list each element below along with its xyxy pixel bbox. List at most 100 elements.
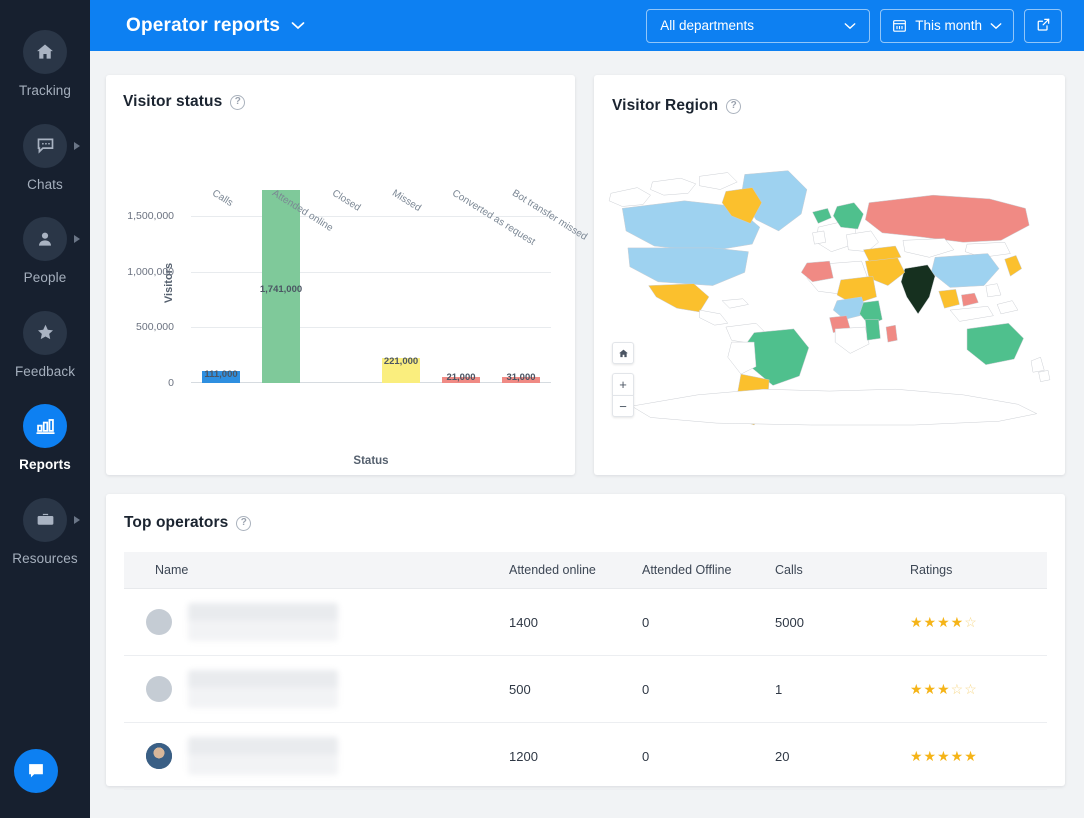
chart-bar-slot: Closed	[311, 183, 371, 383]
chart-x-tick-label: Missed	[390, 187, 423, 214]
sidebar-label-chats: Chats	[27, 176, 63, 192]
table-row[interactable]: 1400 0 5000 ★★★★☆	[124, 588, 1047, 656]
sidebar-item-reports[interactable]: Reports	[0, 404, 90, 498]
table-header-row: Name Attended online Attended Offline Ca…	[124, 552, 1047, 589]
column-header-calls[interactable]: Calls	[775, 552, 910, 589]
help-icon-top-operators[interactable]: ?	[236, 515, 252, 531]
cell-name	[124, 722, 509, 790]
chevron-down-icon-title[interactable]	[291, 17, 305, 35]
main-area: Operator reports All departments This mo…	[90, 0, 1084, 818]
cell-attended-offline: 0	[642, 722, 775, 790]
sidebar-item-people[interactable]: People	[0, 217, 90, 311]
help-icon-visitor-region[interactable]: ?	[726, 98, 742, 114]
page-title: Operator reports	[126, 14, 281, 36]
chart-bar-value-label: 111,000	[204, 368, 238, 380]
cell-ratings: ★★★☆☆	[910, 655, 1047, 723]
sidebar-label-resources: Resources	[12, 550, 78, 566]
help-icon-visitor-status[interactable]: ?	[230, 94, 246, 110]
operator-name-redacted	[188, 603, 338, 641]
cell-attended-offline: 0	[642, 655, 775, 723]
chart-x-tick-label: Bot transfer missed	[510, 187, 589, 243]
chart-bar-slot: 221,000 Missed	[371, 183, 431, 383]
map-zoom-out-button[interactable]: −	[612, 395, 634, 417]
person-icon	[23, 217, 67, 261]
cell-calls: 5000	[775, 588, 910, 656]
sidebar-label-feedback: Feedback	[14, 363, 76, 379]
export-button[interactable]	[1024, 8, 1062, 43]
chart-y-tick-label: 500,000	[136, 321, 174, 334]
avatar	[146, 676, 172, 702]
map-controls: + −	[612, 342, 634, 417]
top-operators-title-row: Top operators ?	[124, 514, 1047, 532]
chart-bars: 111,000 Calls 1,741,000 Attended online Clos…	[191, 183, 589, 383]
chart-x-tick-label: Closed	[330, 187, 363, 214]
column-header-ratings[interactable]: Ratings	[910, 552, 1047, 589]
world-map-svg[interactable]	[594, 117, 1065, 473]
top-operators-card: Top operators ? Name Attended online Att…	[106, 494, 1065, 790]
visitor-status-chart: Visitors 111,000 Calls 1,741,000 Attended o…	[123, 123, 589, 468]
visitor-region-card: Visitor Region ? + −	[594, 75, 1065, 475]
department-filter-label: All departments	[660, 18, 755, 33]
chart-bar-value-label: 1,741,000	[259, 284, 303, 295]
chart-bar-slot: 111,000 Calls	[191, 183, 251, 383]
operator-name-redacted	[188, 737, 338, 775]
page-header: Operator reports All departments This mo…	[90, 0, 1084, 51]
map-home-button[interactable]	[612, 342, 634, 364]
date-range-select[interactable]: This month	[880, 8, 1014, 43]
map-zoom-in-button[interactable]: +	[612, 373, 634, 395]
column-header-name[interactable]: Name	[124, 552, 509, 589]
chart-bar-slot: 1,741,000 Attended online	[251, 183, 335, 383]
visitor-status-title: Visitor status	[123, 93, 223, 110]
world-map[interactable]	[594, 117, 1065, 473]
column-header-attended-offline[interactable]: Attended Offline	[642, 552, 775, 589]
star-icon	[23, 310, 67, 355]
sidebar-item-tracking[interactable]: Tracking	[0, 30, 90, 124]
department-filter-select[interactable]: All departments	[646, 8, 871, 43]
cell-attended-online: 1400	[509, 588, 642, 656]
chat-bubble-icon[interactable]	[14, 749, 58, 793]
chart-y-tick-label: 1,000,000	[127, 265, 174, 278]
cell-attended-online: 500	[509, 655, 642, 723]
dashboard-content: Visitor status ? Visitors 111,000 Calls 1,…	[90, 51, 1084, 818]
rating-stars: ★★★★☆	[910, 613, 978, 630]
top-row: Visitor status ? Visitors 111,000 Calls 1,…	[106, 75, 1065, 475]
sidebar-item-chats[interactable]: Chats	[0, 123, 90, 218]
cell-attended-offline: 0	[642, 588, 775, 656]
table-row[interactable]: 1200 0 20 ★★★★★	[124, 722, 1047, 790]
top-operators-title: Top operators	[124, 514, 229, 531]
cell-ratings: ★★★★☆	[910, 588, 1047, 656]
chevron-right-icon-chats	[74, 141, 80, 150]
table-header: Name Attended online Attended Offline Ca…	[124, 552, 1047, 589]
header-actions: All departments This month	[646, 8, 1062, 43]
visitor-status-title-row: Visitor status ?	[123, 93, 557, 111]
cell-ratings: ★★★★★	[910, 722, 1047, 790]
chart-bar-slot: 21,000 Converted as request	[431, 183, 537, 383]
sidebar-label-tracking: Tracking	[18, 83, 72, 98]
sidebar-item-resources[interactable]: Resources	[0, 497, 90, 592]
app-root: Tracking Chats People Feedback Reports R…	[0, 0, 1084, 818]
chart-x-tick-label: Calls	[210, 187, 235, 209]
column-header-attended-online[interactable]: Attended online	[509, 552, 642, 589]
calendar-icon	[892, 18, 907, 33]
cell-calls: 20	[775, 722, 910, 790]
visitor-region-title-row: Visitor Region ?	[612, 97, 1065, 115]
chart-bar-value-label: 31,000	[506, 372, 536, 383]
chart-bar-slot: 31,000 Bot transfer missed	[491, 183, 589, 383]
rating-stars: ★★★★★	[910, 747, 978, 764]
table-body: 1400 0 5000 ★★★★☆ 500 0 1 ★★★☆☆ 1200 0 20 ★★★★★	[124, 588, 1047, 790]
visitor-region-title: Visitor Region	[612, 97, 719, 114]
cell-name	[124, 655, 509, 723]
chart-plot-area: Visitors 111,000 Calls 1,741,000 Attended o…	[127, 183, 589, 467]
chevron-down-icon-date	[990, 22, 1002, 30]
cell-name	[124, 588, 509, 656]
date-range-label: This month	[915, 18, 982, 33]
avatar	[146, 743, 172, 769]
chevron-right-icon-resources	[74, 515, 80, 524]
top-operators-table: Name Attended online Attended Offline Ca…	[124, 552, 1047, 790]
table-row[interactable]: 500 0 1 ★★★☆☆	[124, 655, 1047, 723]
sidebar-item-feedback[interactable]: Feedback	[0, 310, 90, 405]
sidebar-label-people: People	[23, 270, 67, 285]
chart-bar-value-label: 21,000	[446, 372, 476, 383]
visitor-status-card: Visitor status ? Visitors 111,000 Calls 1,…	[106, 75, 589, 475]
briefcase-icon	[23, 497, 67, 542]
